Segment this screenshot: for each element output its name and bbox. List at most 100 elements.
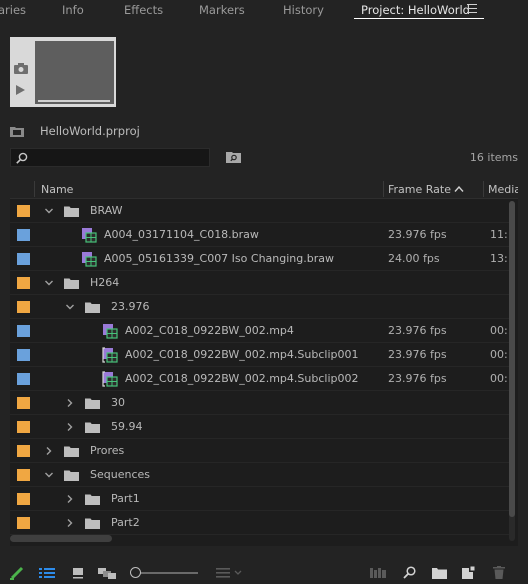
bin-name[interactable]: Part1 <box>111 492 140 505</box>
chevron-right-icon[interactable] <box>44 446 54 456</box>
chevron-down-icon[interactable] <box>44 206 54 216</box>
label-color-swatch[interactable] <box>17 445 30 457</box>
column-divider <box>34 181 35 197</box>
chevron-right-icon[interactable] <box>65 494 75 504</box>
column-divider[interactable] <box>383 181 384 197</box>
label-color-swatch[interactable] <box>17 349 30 361</box>
column-header-frame-rate[interactable]: Frame Rate <box>388 183 451 196</box>
bin-row[interactable]: Sequences <box>10 463 510 487</box>
frame-rate-cell: 23.976 fps <box>388 228 447 241</box>
clear-icon[interactable] <box>493 566 505 579</box>
search-input[interactable] <box>10 148 210 167</box>
label-color-swatch[interactable] <box>17 277 30 289</box>
folder-icon <box>64 470 79 481</box>
project-file-icon <box>10 127 24 137</box>
bin-row[interactable]: BRAW <box>10 199 510 223</box>
list-view-icon[interactable] <box>39 567 55 579</box>
clip-row[interactable]: A004_03171104_C018.braw 23.976 fps 11: <box>10 223 510 247</box>
label-color-swatch[interactable] <box>17 373 30 385</box>
find-in-bin-icon[interactable] <box>226 151 242 163</box>
frame-rate-cell: 24.00 fps <box>388 252 440 265</box>
label-color-swatch[interactable] <box>17 325 30 337</box>
bin-name[interactable]: Sequences <box>90 468 150 481</box>
zoom-slider-handle[interactable] <box>130 567 141 578</box>
camera-icon[interactable] <box>14 63 28 74</box>
label-color-swatch[interactable] <box>17 517 30 529</box>
horizontal-scrollbar[interactable] <box>10 535 112 542</box>
label-color-swatch[interactable] <box>17 397 30 409</box>
clip-row[interactable]: A002_C018_0922BW_002.mp4 23.976 fps 00: <box>10 319 510 343</box>
bin-row[interactable]: 59.94 <box>10 415 510 439</box>
bin-row[interactable]: 30 <box>10 391 510 415</box>
label-color-swatch[interactable] <box>17 229 30 241</box>
label-color-swatch[interactable] <box>17 493 30 505</box>
preview-image <box>35 41 114 104</box>
chevron-right-icon[interactable] <box>65 422 75 432</box>
bin-row[interactable]: H264 <box>10 271 510 295</box>
search-icon <box>16 152 28 164</box>
panel-menu-icon[interactable] <box>467 4 477 13</box>
video-clip-icon <box>82 252 97 267</box>
folder-icon <box>64 206 79 217</box>
automate-to-sequence-icon[interactable] <box>370 568 386 578</box>
bin-name[interactable]: 59.94 <box>111 420 143 433</box>
column-header-name[interactable]: Name <box>41 183 73 196</box>
clip-row[interactable]: A002_C018_0922BW_002.mp4.Subclip002 23.97… <box>10 367 510 391</box>
column-header-media[interactable]: Media <box>488 183 518 196</box>
clip-name[interactable]: A002_C018_0922BW_002.mp4.Subclip002 <box>125 372 358 385</box>
clip-row[interactable]: A002_C018_0922BW_002.mp4.Subclip001 23.97… <box>10 343 510 367</box>
tab-project[interactable]: Project: HelloWorld <box>361 3 470 17</box>
vertical-scrollbar[interactable] <box>509 201 515 541</box>
label-color-swatch[interactable] <box>17 421 30 433</box>
frame-rate-cell: 23.976 fps <box>388 348 447 361</box>
bin-name[interactable]: 23.976 <box>111 300 150 313</box>
icon-view-icon[interactable] <box>72 567 84 579</box>
clip-name[interactable]: A005_05161339_C007 Iso Changing.braw <box>104 252 334 265</box>
clip-name[interactable]: A002_C018_0922BW_002.mp4.Subclip001 <box>125 348 358 361</box>
chevron-down-icon[interactable] <box>65 302 75 312</box>
new-item-icon[interactable] <box>462 566 475 579</box>
sort-ascending-icon[interactable] <box>454 186 464 192</box>
label-color-swatch[interactable] <box>17 205 30 217</box>
label-color-swatch[interactable] <box>17 253 30 265</box>
bin-row[interactable]: Prores <box>10 439 510 463</box>
chevron-down-icon[interactable] <box>44 278 54 288</box>
scrollbar-thumb[interactable] <box>509 201 515 517</box>
tab-effects[interactable]: Effects <box>124 3 163 17</box>
chevron-down-icon[interactable] <box>44 470 54 480</box>
bin-row[interactable]: Part1 <box>10 487 510 511</box>
subclip-icon <box>102 371 118 387</box>
label-color-swatch[interactable] <box>17 301 30 313</box>
bin-name[interactable]: Part2 <box>111 516 140 529</box>
clip-row[interactable]: A005_05161339_C007 Iso Changing.braw 24.0… <box>10 247 510 271</box>
clip-name[interactable]: A004_03171104_C018.braw <box>104 228 259 241</box>
preview-thumbnail <box>10 37 116 107</box>
find-icon[interactable] <box>403 566 416 579</box>
clip-name[interactable]: A002_C018_0922BW_002.mp4 <box>125 324 294 337</box>
zoom-slider-track[interactable] <box>140 572 198 574</box>
bin-name[interactable]: Prores <box>90 444 124 457</box>
tab-markers[interactable]: Markers <box>199 3 245 17</box>
folder-icon <box>64 446 79 457</box>
play-icon[interactable] <box>16 85 25 95</box>
chevron-right-icon[interactable] <box>65 518 75 528</box>
preview-scrubber[interactable] <box>38 100 110 102</box>
tab-history[interactable]: History <box>283 3 324 17</box>
bin-name[interactable]: 30 <box>111 396 125 409</box>
folder-icon <box>85 302 100 313</box>
bin-row[interactable]: 23.976 <box>10 295 510 319</box>
label-color-swatch[interactable] <box>17 469 30 481</box>
sort-icons-icon[interactable] <box>216 568 242 578</box>
project-filename: HelloWorld.prproj <box>40 124 140 138</box>
freeform-view-icon[interactable] <box>98 567 116 579</box>
video-clip-icon <box>82 228 97 243</box>
tab-libraries[interactable]: aries <box>0 3 26 17</box>
bin-row[interactable]: Part2 <box>10 511 510 535</box>
bin-name[interactable]: BRAW <box>90 204 123 217</box>
bin-name[interactable]: H264 <box>90 276 119 289</box>
chevron-right-icon[interactable] <box>65 398 75 408</box>
tab-info[interactable]: Info <box>62 3 84 17</box>
column-divider[interactable] <box>483 181 484 197</box>
pencil-icon[interactable] <box>10 566 24 580</box>
new-bin-icon[interactable] <box>432 567 447 579</box>
